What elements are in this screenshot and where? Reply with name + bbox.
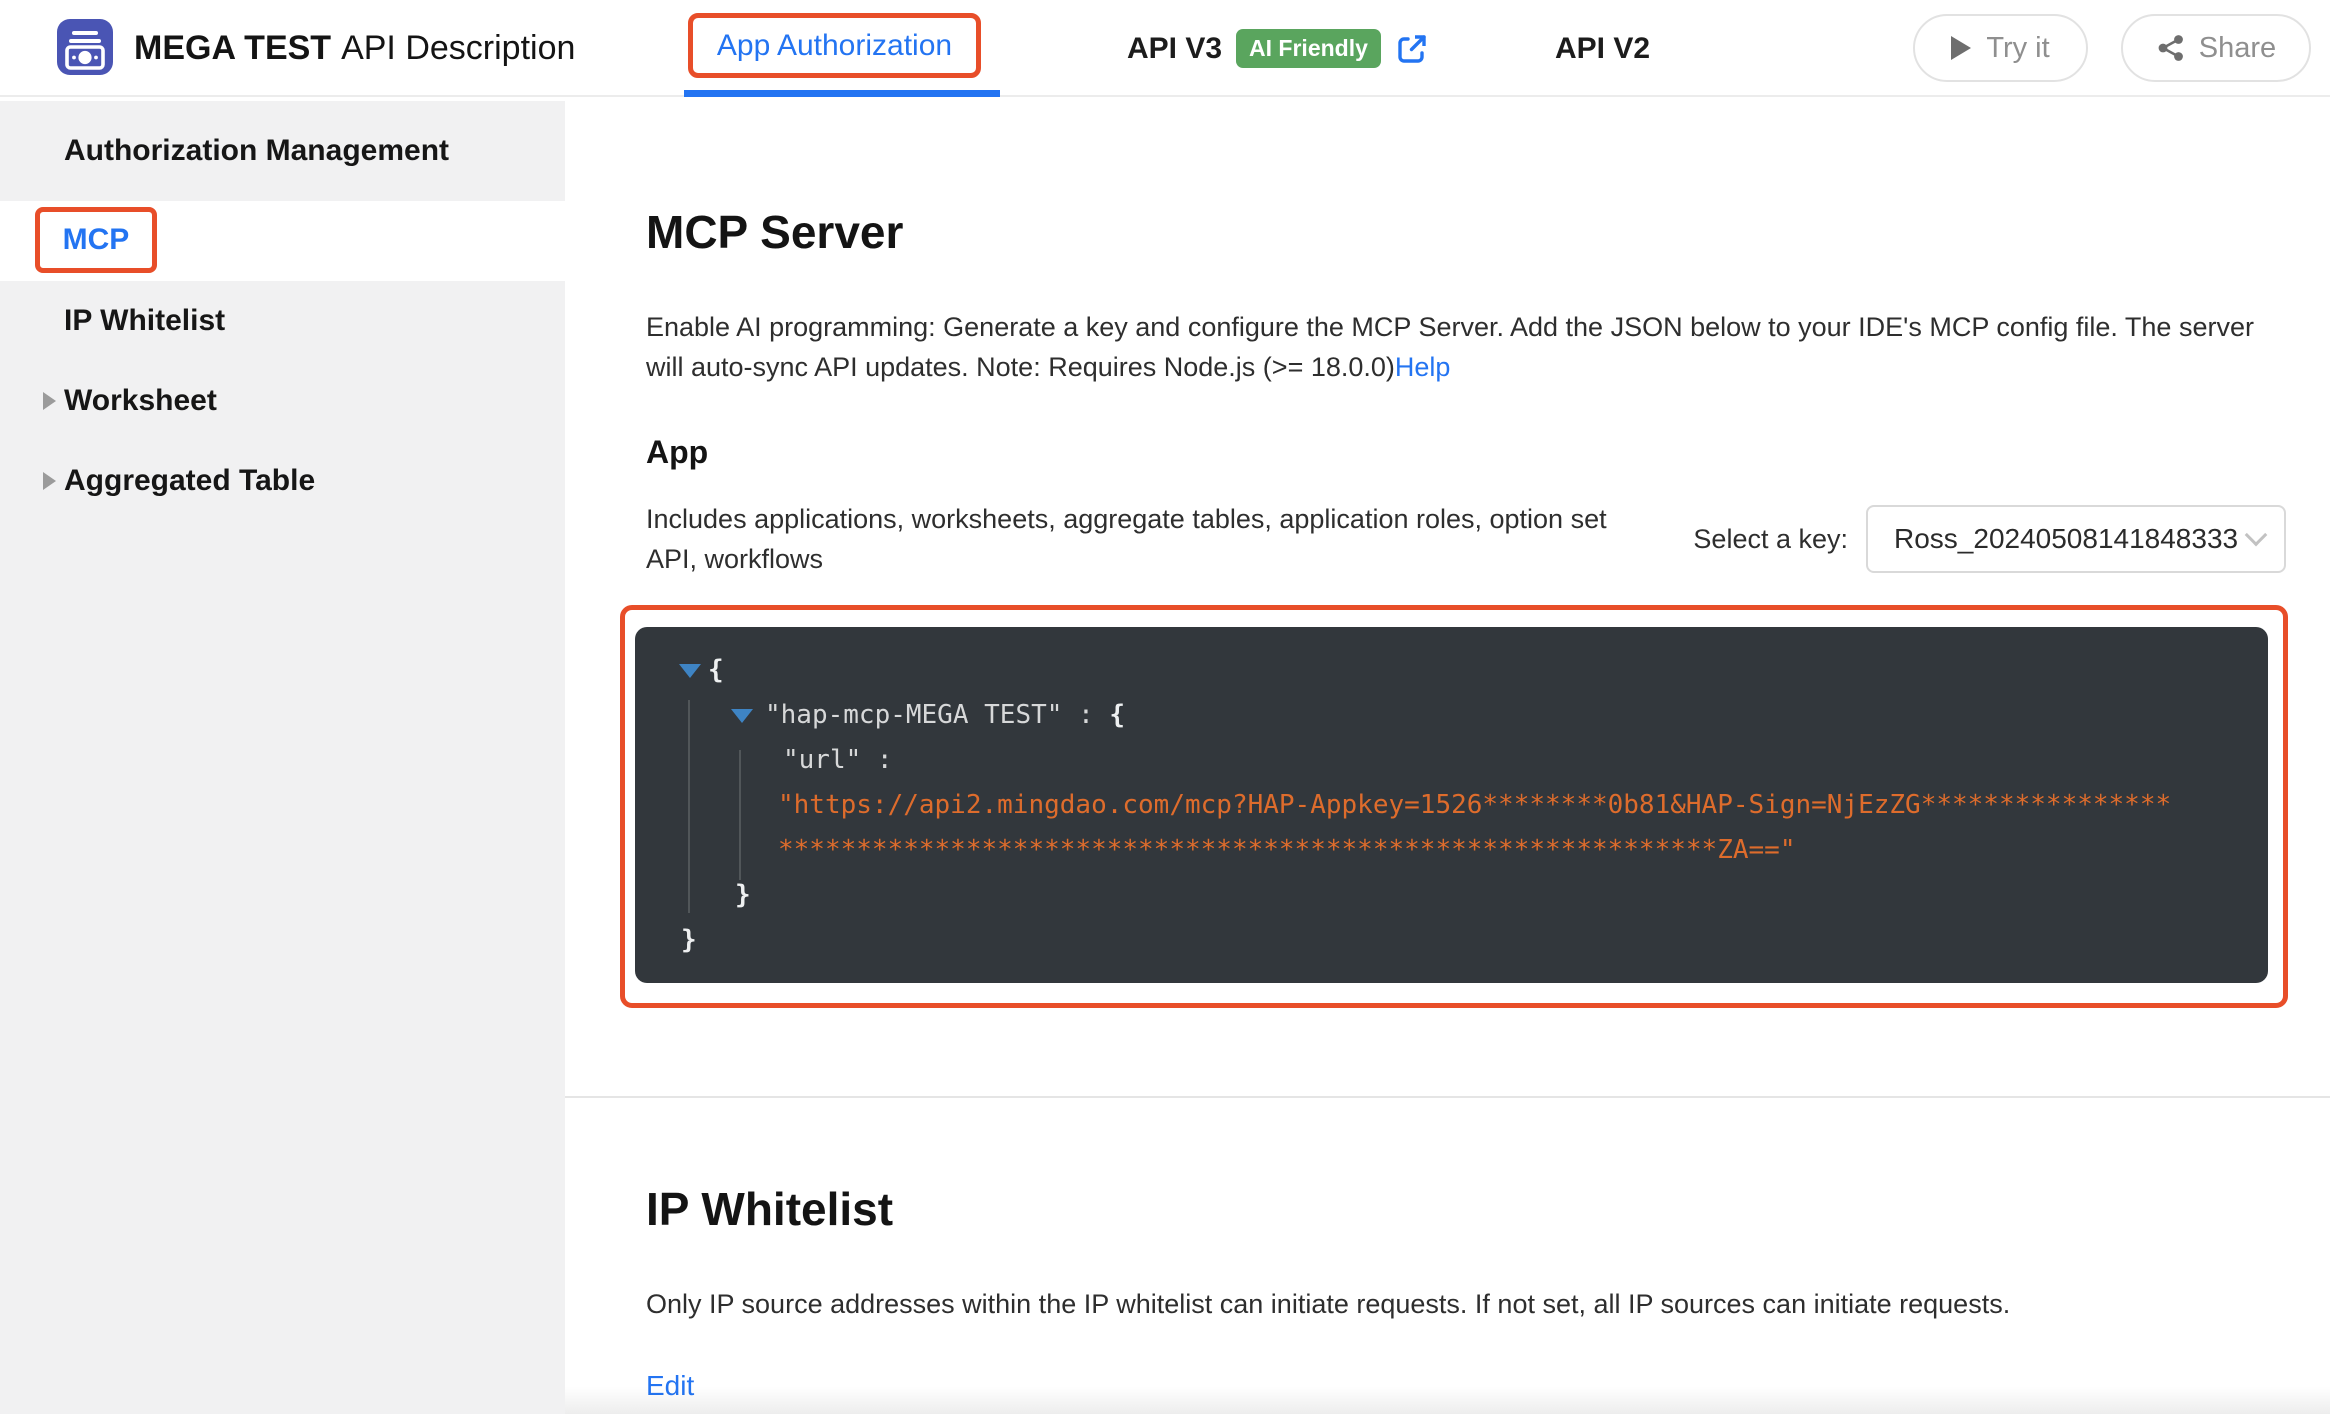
mcp-server-description: Enable AI programming: Generate a key an… xyxy=(646,307,2296,387)
sidebar-item-label: Aggregated Table xyxy=(64,464,316,497)
try-it-label: Try it xyxy=(1986,31,2050,64)
app-subsection-title: App xyxy=(646,434,709,470)
code-key: "hap-mcp-MEGA TEST" : xyxy=(765,700,1110,730)
sidebar-item-label: Authorization Management xyxy=(64,134,450,167)
code-line: "url" : xyxy=(635,738,2268,783)
code-line: } xyxy=(635,873,2268,918)
caret-right-icon[interactable] xyxy=(43,472,56,490)
select-key-label: Select a key: xyxy=(1693,523,1848,554)
code-line: } xyxy=(635,918,2268,963)
tab-api-v3[interactable]: API V3 AI Friendly xyxy=(1127,0,1429,97)
page-title: MEGA TEST API Description xyxy=(134,0,575,97)
annotation-box-app-authorization: App Authorization xyxy=(688,13,981,78)
sidebar-item-mcp-row: MCP xyxy=(0,201,565,281)
tab-api-v3-label: API V3 xyxy=(1127,31,1223,65)
share-label: Share xyxy=(2198,31,2277,64)
chevron-down-icon xyxy=(2244,523,2268,547)
sidebar-item-ip-whitelist[interactable]: IP Whitelist xyxy=(0,281,565,361)
code-url-value-line1: "https://api2.mingdao.com/mcp?HAP-Appkey… xyxy=(778,790,2172,820)
sidebar-group: IP Whitelist Worksheet Aggregated Table xyxy=(0,281,565,1414)
code-url-key: "url" : xyxy=(783,745,893,775)
sidebar-item-label: IP Whitelist xyxy=(64,304,226,337)
code-line: { xyxy=(635,648,2268,693)
code-line: "hap-mcp-MEGA TEST" : { xyxy=(635,693,2268,738)
selected-key-value: Ross_20240508141848333 xyxy=(1894,523,2239,554)
help-link[interactable]: Help xyxy=(1395,352,1451,382)
header: MEGA TEST API Description App Authorizat… xyxy=(0,0,2330,97)
sidebar-item-worksheet[interactable]: Worksheet xyxy=(0,361,565,441)
app-name: MEGA TEST xyxy=(134,29,332,67)
code-close-brace: } xyxy=(735,880,751,910)
app-subsection-description: Includes applications, worksheets, aggre… xyxy=(646,504,1607,574)
mcp-json-code-block[interactable]: { "hap-mcp-MEGA TEST" : { "url" : "https… xyxy=(635,627,2268,983)
tab-api-v2-label: API V2 xyxy=(1555,31,1651,65)
annotation-box-mcp: MCP xyxy=(35,207,157,273)
ip-whitelist-description: Only IP source addresses within the IP w… xyxy=(646,1289,2011,1319)
open-in-new-icon[interactable] xyxy=(1395,32,1429,66)
caret-right-icon[interactable] xyxy=(43,392,56,410)
app-subsection-row: Includes applications, worksheets, aggre… xyxy=(646,499,2286,579)
tab-app-authorization[interactable]: App Authorization xyxy=(717,29,952,63)
sidebar: Authorization Management MCP IP Whitelis… xyxy=(0,99,565,1414)
try-it-button[interactable]: Try it xyxy=(1913,14,2088,82)
ai-friendly-badge: AI Friendly xyxy=(1236,29,1381,68)
play-icon xyxy=(1951,36,1972,60)
title-suffix: API Description xyxy=(341,29,576,67)
share-button[interactable]: Share xyxy=(2121,14,2311,82)
sidebar-item-authorization-management[interactable]: Authorization Management xyxy=(0,101,565,201)
sidebar-item-aggregated-table[interactable]: Aggregated Table xyxy=(0,441,565,521)
code-open-brace: { xyxy=(1109,700,1126,730)
app-logo-banknote-icon xyxy=(57,19,113,75)
api-description-page: MEGA TEST API Description App Authorizat… xyxy=(0,0,2330,1414)
annotation-box-code: { "hap-mcp-MEGA TEST" : { "url" : "https… xyxy=(620,605,2288,1008)
code-open-brace: { xyxy=(708,655,724,685)
share-icon xyxy=(2158,35,2183,61)
sidebar-item-mcp[interactable]: MCP xyxy=(63,223,130,257)
tab-api-v2[interactable]: API V2 xyxy=(1555,0,1650,97)
code-close-brace: } xyxy=(681,925,697,955)
code-line: ****************************************… xyxy=(635,828,2268,873)
edit-link[interactable]: Edit xyxy=(646,1370,694,1402)
section-divider xyxy=(565,1096,2330,1098)
main-content: MCP Server Enable AI programming: Genera… xyxy=(565,97,2330,1414)
mcp-server-title: MCP Server xyxy=(646,206,904,258)
key-selector-group: Select a key: Ross_20240508141848333 xyxy=(1693,505,2286,573)
sidebar-item-label: Worksheet xyxy=(64,384,217,417)
code-url-value-line2: ****************************************… xyxy=(778,835,1796,865)
ip-whitelist-title: IP Whitelist xyxy=(646,1183,894,1235)
active-tab-underline xyxy=(684,90,1000,97)
key-select-dropdown[interactable]: Ross_20240508141848333 xyxy=(1866,505,2286,573)
code-line: "https://api2.mingdao.com/mcp?HAP-Appkey… xyxy=(635,783,2268,828)
